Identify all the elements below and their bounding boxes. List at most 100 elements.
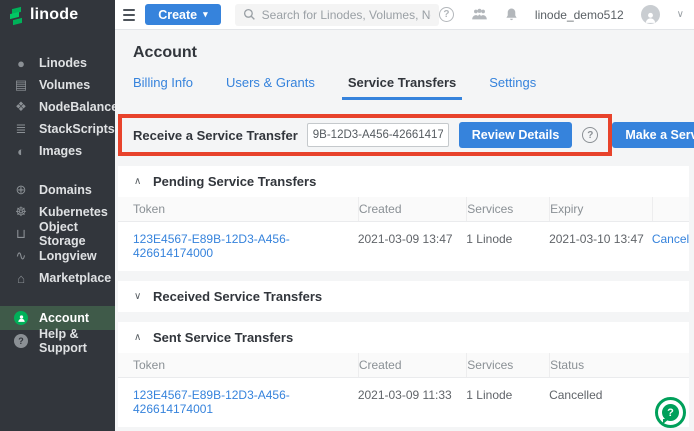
sent-transfers-header[interactable]: ∧ Sent Service Transfers [118,322,689,353]
column-header-token: Token [118,197,358,221]
sidebar-item-label: Object Storage [39,220,115,248]
collapse-chevron-down-icon: ∨ [134,291,144,302]
global-search[interactable] [235,4,439,26]
column-header-created: Created [358,353,466,377]
transfer-actions-row: Receive a Service Transfer Review Detail… [118,114,689,156]
nodebalancers-icon: ❖ [13,99,29,115]
sent-created-cell: 2021-03-09 11:33 [358,378,466,427]
sent-table-header: Token Created Services Status [118,353,689,377]
account-icon [13,311,29,325]
sidebar-item-stackscripts[interactable]: ≣ StackScripts [0,118,115,140]
community-icon[interactable] [471,8,488,21]
search-icon [243,8,256,21]
received-transfers-card: ∨ Received Service Transfers [118,281,689,312]
marketplace-icon: ⌂ [13,271,29,286]
help-tooltip-icon[interactable]: ? [582,127,598,143]
sidebar-item-images[interactable]: ◐ Images [0,140,115,162]
object-storage-icon: ⊔ [13,226,29,242]
column-header-expiry: Expiry [549,197,652,221]
sidebar-item-label: Account [39,311,89,325]
tab-billing-info[interactable]: Billing Info [127,75,199,100]
menu-icon[interactable] [123,9,135,21]
make-service-transfer-button[interactable]: Make a Service Transfer [612,122,694,148]
column-header-created: Created [358,197,466,221]
pending-services-cell: 1 Linode [466,222,549,271]
sidebar-item-label: Marketplace [39,271,111,285]
linodes-icon: ● [13,56,29,71]
create-button-label: Create [158,8,197,22]
search-input[interactable] [262,8,431,22]
sidebar-item-label: Domains [39,183,92,197]
sent-token-link[interactable]: 123E4567-E89B-12D3-A456-426614174001 [133,388,290,416]
pending-table-header: Token Created Services Expiry [118,197,689,221]
help-icon: ? [13,334,29,348]
pending-transfers-card: ∧ Pending Service Transfers Token Create… [118,166,689,271]
domains-icon: ⊕ [13,182,29,198]
help-circle-icon[interactable]: ? [439,7,454,22]
sidebar-nav: ● Linodes ▤ Volumes ❖ NodeBalancers ≣ St… [0,30,115,352]
stackscripts-icon: ≣ [13,121,29,137]
sidebar-item-object-storage[interactable]: ⊔ Object Storage [0,223,115,245]
sidebar-item-label: Volumes [39,78,90,92]
table-row: 123E4567-E89B-12D3-A456-426614174001 202… [118,377,689,427]
sidebar-item-help-support[interactable]: ? Help & Support [0,330,115,352]
sidebar-item-longview[interactable]: ∿ Longview [0,245,115,267]
receive-transfer-label: Receive a Service Transfer [133,128,298,143]
section-title: Sent Service Transfers [153,330,293,345]
sidebar-item-label: Help & Support [39,327,115,355]
linode-logo-icon [10,8,24,23]
sidebar-item-label: Images [39,144,82,158]
username-label: linode_demo512 [535,8,624,22]
account-menu-chevron-icon[interactable]: ∨ [677,9,684,20]
sent-transfers-card: ∧ Sent Service Transfers Token Created S… [118,322,689,427]
sidebar-group-divider [0,289,115,306]
tab-service-transfers[interactable]: Service Transfers [342,75,462,100]
sidebar-item-linodes[interactable]: ● Linodes [0,52,115,74]
sidebar-item-label: Kubernetes [39,205,108,219]
pending-transfers-header[interactable]: ∧ Pending Service Transfers [118,166,689,197]
pending-token-link[interactable]: 123E4567-E89B-12D3-A456-426614174000 [133,232,290,260]
section-title: Received Service Transfers [153,289,322,304]
receive-transfer-highlight-box: Receive a Service Transfer Review Detail… [118,114,612,156]
column-header-status: Status [549,353,689,377]
sidebar-item-domains[interactable]: ⊕ Domains [0,179,115,201]
images-icon: ◐ [13,144,29,159]
top-header: Create ▾ ? linode_demo512 ∨ [115,0,694,30]
account-tabs: Billing Info Users & Grants Service Tran… [127,75,689,100]
notifications-bell-icon[interactable] [505,8,518,22]
collapse-chevron-up-icon: ∧ [134,176,144,187]
column-header-actions [652,197,689,221]
sidebar-item-volumes[interactable]: ▤ Volumes [0,74,115,96]
pending-created-cell: 2021-03-09 13:47 [358,222,466,271]
received-transfers-header[interactable]: ∨ Received Service Transfers [118,281,689,312]
tab-settings[interactable]: Settings [483,75,542,100]
review-details-button[interactable]: Review Details [459,122,573,148]
column-header-services: Services [466,197,549,221]
collapse-chevron-up-icon: ∧ [134,332,144,343]
sidebar-item-label: Linodes [39,56,87,70]
avatar[interactable] [641,5,660,24]
sidebar: linode ● Linodes ▤ Volumes ❖ NodeBalance… [0,0,115,431]
question-mark-icon: ? [662,404,679,421]
linode-logo[interactable]: linode [0,0,115,30]
kubernetes-icon: ☸ [13,204,29,220]
sidebar-item-marketplace[interactable]: ⌂ Marketplace [0,267,115,289]
tab-users-grants[interactable]: Users & Grants [220,75,321,100]
sent-services-cell: 1 Linode [466,378,549,427]
sidebar-item-label: Longview [39,249,97,263]
table-row: 123E4567-E89B-12D3-A456-426614174000 202… [118,221,689,271]
main-content: Account Billing Info Users & Grants Serv… [115,30,694,431]
page-title: Account [133,44,689,62]
cancel-transfer-link[interactable]: Cancel [652,232,689,246]
create-button[interactable]: Create ▾ [145,4,220,25]
longview-icon: ∿ [13,248,29,264]
sidebar-group-divider [0,162,115,179]
column-header-services: Services [466,353,549,377]
sidebar-item-label: StackScripts [39,122,115,136]
pending-expiry-cell: 2021-03-10 13:47 [549,222,652,271]
support-chat-bubble[interactable]: ? [655,397,686,428]
column-header-token: Token [118,353,358,377]
linode-logo-text: linode [30,6,78,24]
transfer-token-input[interactable] [307,123,449,147]
sidebar-item-nodebalancers[interactable]: ❖ NodeBalancers [0,96,115,118]
